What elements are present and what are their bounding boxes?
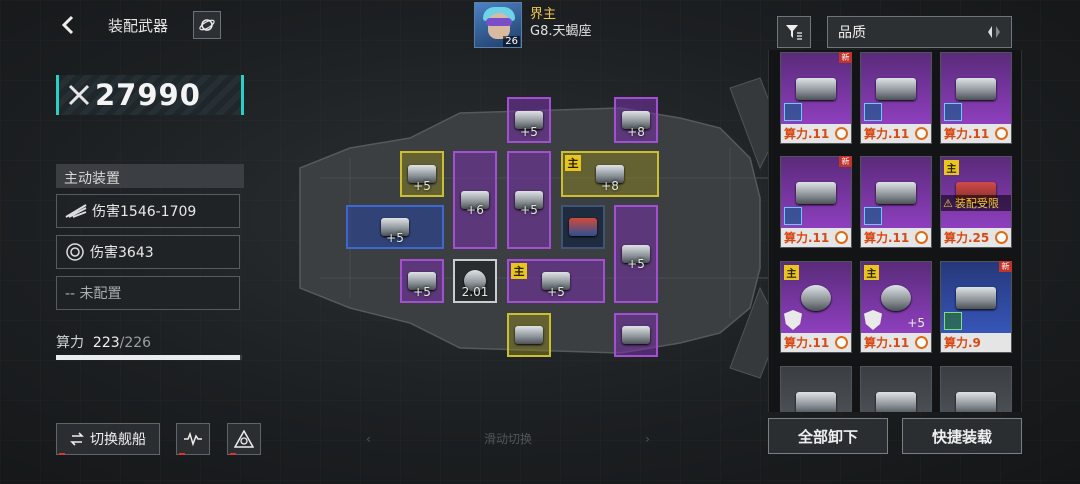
- back-button[interactable]: [56, 12, 80, 38]
- device-label: -- 未配置: [65, 286, 122, 302]
- avatar[interactable]: 26: [474, 2, 522, 48]
- inventory-item[interactable]: [940, 366, 1012, 412]
- equip-slot[interactable]: [561, 205, 605, 249]
- slide-hint-label: 滑动切换: [483, 432, 532, 446]
- compute-used: 223: [92, 335, 120, 351]
- compute-max: 226: [124, 335, 152, 351]
- gear-icon: [915, 127, 928, 140]
- equip-slot[interactable]: +5: [614, 205, 658, 303]
- power-value: 27990: [95, 78, 201, 112]
- triangle-target-icon: [234, 430, 254, 448]
- combat-power: 27990: [56, 75, 244, 115]
- inventory-item[interactable]: [780, 366, 852, 412]
- switch-ship-label: 切换舰船: [90, 432, 146, 448]
- sort-arrows-icon: [988, 26, 1000, 38]
- wing-icon: [65, 204, 87, 218]
- page-title: 装配武器: [108, 17, 169, 35]
- equip-slot[interactable]: +5: [400, 151, 444, 197]
- inventory-panel[interactable]: 新 算力.11 算力.11 算力.11 新 算力.11 算力.11 主 ⚠ 装配受…: [768, 50, 1022, 412]
- waveform-button[interactable]: [176, 423, 210, 455]
- quality-sort-dropdown[interactable]: 品质: [827, 16, 1012, 48]
- planet-button[interactable]: [193, 11, 221, 39]
- inventory-item[interactable]: 主 +5 算力.11: [860, 261, 932, 353]
- inventory-item-restricted[interactable]: 主 ⚠ 装配受限 算力.25: [940, 156, 1012, 248]
- device-label: 伤害3643: [90, 245, 154, 261]
- equip-slot[interactable]: +5: [507, 97, 551, 143]
- compute-bar-fill: [56, 355, 240, 360]
- quality-label: 品质: [838, 25, 866, 41]
- gear-icon: [915, 231, 928, 244]
- player-info[interactable]: 26 界主 G8.天蝎座: [474, 2, 591, 48]
- unload-all-button[interactable]: 全部卸下: [768, 418, 888, 454]
- inventory-item[interactable]: [860, 366, 932, 412]
- inventory-item[interactable]: 新 算力.9: [940, 261, 1012, 353]
- inventory-item[interactable]: 算力.11: [860, 52, 932, 144]
- equip-slot[interactable]: +6: [453, 151, 497, 249]
- device-label: 伤害1546-1709: [92, 204, 197, 220]
- device-row-1[interactable]: 伤害1546-1709: [56, 194, 240, 228]
- planet-icon: [199, 19, 215, 31]
- equip-slot-main[interactable]: 主 +8: [561, 151, 659, 197]
- active-devices-title: 主动装置: [56, 164, 244, 188]
- equip-slot-locked[interactable]: 2.01: [453, 259, 497, 303]
- inventory-item[interactable]: 算力.11: [860, 156, 932, 248]
- device-row-empty[interactable]: -- 未配置: [56, 276, 240, 310]
- gear-icon: [835, 336, 848, 349]
- compute-readout: 算力 223/226: [56, 332, 151, 352]
- fleet-button[interactable]: [227, 423, 261, 455]
- waveform-icon: [184, 431, 202, 447]
- gear-icon: [995, 231, 1008, 244]
- swap-icon: [70, 432, 84, 446]
- gear-icon: [915, 336, 928, 349]
- equip-slot[interactable]: [614, 313, 658, 357]
- chevron-right-icon[interactable]: ›: [645, 432, 650, 446]
- filter-icon: [786, 25, 802, 40]
- warning-icon: ⚠: [943, 196, 953, 210]
- equip-slot[interactable]: +5: [507, 151, 551, 249]
- chevron-left-icon: [61, 15, 74, 35]
- crossed-swords-icon: [68, 84, 90, 106]
- gear-icon: [835, 127, 848, 140]
- equip-slot-main[interactable]: 主 +5: [507, 259, 605, 303]
- gear-icon: [835, 231, 848, 244]
- switch-ship-button[interactable]: 切换舰船: [56, 423, 160, 455]
- inventory-item[interactable]: 算力.11: [940, 52, 1012, 144]
- compute-label: 算力: [56, 335, 84, 351]
- filter-button[interactable]: [777, 16, 811, 48]
- equip-slot[interactable]: +5: [400, 259, 444, 303]
- gear-icon: [995, 127, 1008, 140]
- warning-badge: ⚠ 装配受限: [941, 195, 1011, 211]
- compute-bar: [56, 355, 242, 360]
- equip-slot[interactable]: +8: [614, 97, 658, 143]
- equip-slot[interactable]: [507, 313, 551, 357]
- core-icon: [66, 243, 84, 261]
- chevron-left-icon[interactable]: ‹: [366, 432, 371, 446]
- equip-slot[interactable]: +5: [346, 205, 444, 249]
- inventory-item[interactable]: 主 算力.11: [780, 261, 852, 353]
- inventory-item[interactable]: 新 算力.11: [780, 156, 852, 248]
- quick-equip-button[interactable]: 快捷装载: [902, 418, 1022, 454]
- slide-hint: ‹ 滑动切换 ›: [366, 430, 650, 447]
- player-level: 26: [503, 36, 520, 47]
- player-location: G8.天蝎座: [530, 24, 592, 39]
- device-row-2[interactable]: 伤害3643: [56, 235, 240, 269]
- player-name: 界主: [530, 7, 557, 22]
- inventory-item[interactable]: 新 算力.11: [780, 52, 852, 144]
